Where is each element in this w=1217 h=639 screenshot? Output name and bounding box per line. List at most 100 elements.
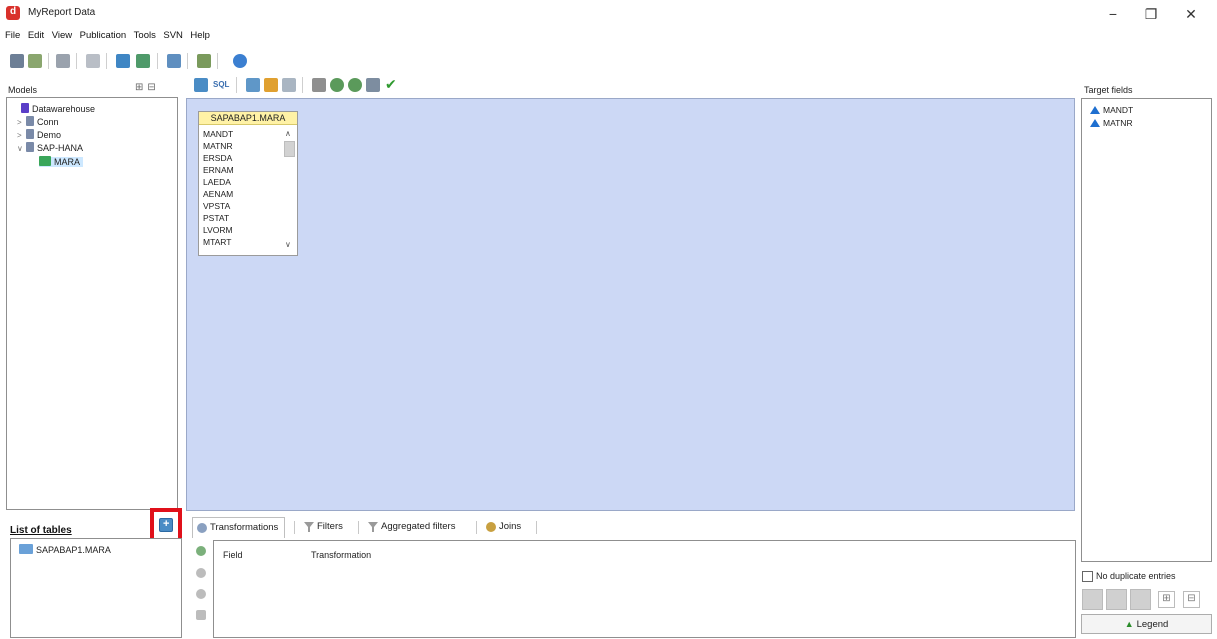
tree-item-mara[interactable]: MARA bbox=[39, 156, 84, 169]
column-header-field[interactable]: Field bbox=[223, 550, 243, 560]
users-icon[interactable] bbox=[136, 54, 150, 68]
toolbar-separator bbox=[48, 53, 49, 69]
grid-icon[interactable] bbox=[197, 54, 211, 68]
window-icon[interactable] bbox=[194, 78, 208, 92]
gear-icon bbox=[197, 523, 207, 533]
sql-button[interactable]: SQL bbox=[213, 80, 229, 89]
no-duplicate-label: No duplicate entries bbox=[1096, 571, 1176, 581]
field-row[interactable]: MATNR bbox=[203, 141, 233, 151]
target-field-item[interactable]: MANDT bbox=[1090, 104, 1133, 116]
field-row[interactable]: ERNAM bbox=[203, 165, 234, 175]
field-icon bbox=[1090, 119, 1100, 127]
connection-icon[interactable] bbox=[116, 54, 130, 68]
pen-icon[interactable] bbox=[196, 610, 206, 620]
refresh-icon[interactable] bbox=[246, 78, 260, 92]
table-icon bbox=[19, 544, 33, 554]
table-view-icon[interactable] bbox=[167, 54, 181, 68]
tab-aggregated-filters[interactable]: Aggregated filters bbox=[364, 517, 455, 538]
menu-view[interactable]: View bbox=[52, 30, 72, 41]
table-widget[interactable]: SAPABAP1.MARA MANDT MATNR ERSDA ERNAM LA… bbox=[198, 111, 298, 256]
tab-separator bbox=[294, 521, 295, 534]
menu-publication[interactable]: Publication bbox=[80, 30, 126, 41]
layout-icon[interactable] bbox=[366, 78, 380, 92]
tree-controls: ⊞⊟ bbox=[135, 82, 160, 93]
minimize-button[interactable]: − bbox=[1098, 4, 1128, 24]
menu-svn[interactable]: SVN bbox=[163, 30, 183, 41]
checkmark-icon[interactable]: ✔ bbox=[385, 76, 397, 93]
tab-filters[interactable]: Filters bbox=[300, 517, 343, 538]
canvas-toolbar: SQL ✔ bbox=[186, 75, 1076, 95]
add-field-button[interactable]: ⊞ bbox=[1158, 591, 1175, 608]
field-row[interactable]: LVORM bbox=[203, 225, 233, 235]
field-row[interactable]: MTART bbox=[203, 237, 232, 247]
link-icon bbox=[486, 522, 496, 532]
tree-item-sap-hana[interactable]: ∨ SAP-HANA bbox=[17, 142, 83, 155]
tree-item-conn[interactable]: > Conn bbox=[17, 116, 59, 129]
delete-transformation-icon[interactable] bbox=[196, 589, 206, 599]
field-row[interactable]: MANDT bbox=[203, 129, 233, 139]
field-row[interactable]: ERSDA bbox=[203, 153, 232, 163]
tab-separator bbox=[358, 521, 359, 534]
field-row[interactable]: AENAM bbox=[203, 189, 233, 199]
undo-icon[interactable] bbox=[86, 54, 100, 68]
no-duplicate-checkbox[interactable] bbox=[1082, 571, 1093, 582]
tab-joins[interactable]: Joins bbox=[482, 517, 521, 538]
tab-label: Aggregated filters bbox=[381, 521, 456, 532]
field-row[interactable]: PSTAT bbox=[203, 213, 229, 223]
scroll-thumb[interactable] bbox=[284, 141, 295, 157]
move-top-button[interactable] bbox=[1082, 589, 1103, 610]
scroll-down-icon[interactable]: ∨ bbox=[285, 240, 291, 249]
legend-icon: ▲ bbox=[1124, 619, 1134, 629]
close-button[interactable]: ✕ bbox=[1176, 4, 1206, 24]
app-logo-icon bbox=[6, 6, 20, 20]
menu-edit[interactable]: Edit bbox=[28, 30, 44, 41]
tab-label: Joins bbox=[499, 521, 522, 532]
tab-transformations[interactable]: Transformations bbox=[192, 517, 286, 538]
remove-field-button[interactable]: ⊟ bbox=[1183, 591, 1200, 608]
toolbar-separator bbox=[217, 53, 218, 69]
restore-button[interactable]: ❐ bbox=[1136, 4, 1166, 24]
move-up-button[interactable] bbox=[1106, 589, 1127, 610]
tree-item-label: Demo bbox=[37, 130, 62, 140]
database-icon[interactable] bbox=[10, 54, 24, 68]
menu-tools[interactable]: Tools bbox=[134, 30, 156, 41]
main-toolbar bbox=[0, 49, 1217, 73]
field-row[interactable]: LAEDA bbox=[203, 177, 231, 187]
save-icon[interactable] bbox=[56, 54, 70, 68]
transformations-grid[interactable]: Field Transformation bbox=[213, 540, 1076, 638]
new-model-icon[interactable] bbox=[28, 54, 42, 68]
move-down-button[interactable] bbox=[1130, 589, 1151, 610]
zoom-in-icon[interactable] bbox=[330, 78, 344, 92]
brush-icon[interactable] bbox=[264, 78, 278, 92]
scroll-up-icon[interactable]: ∧ bbox=[285, 129, 291, 138]
table-widget-title[interactable]: SAPABAP1.MARA bbox=[199, 112, 297, 125]
collapse-all-icon[interactable]: ⊟ bbox=[147, 82, 159, 93]
chevron-right-icon[interactable]: > bbox=[17, 116, 26, 129]
toolbar-separator bbox=[187, 53, 188, 69]
legend-button[interactable]: ▲ Legend bbox=[1081, 614, 1212, 634]
field-row[interactable]: VPSTA bbox=[203, 201, 230, 211]
table-icon bbox=[39, 156, 51, 166]
document-icon[interactable] bbox=[282, 78, 296, 92]
help-icon[interactable] bbox=[233, 54, 247, 68]
filter-icon bbox=[368, 522, 378, 532]
diagram-canvas[interactable] bbox=[186, 98, 1075, 511]
target-field-item[interactable]: MATNR bbox=[1090, 117, 1133, 129]
tree-item-datawarehouse[interactable]: Datawarehouse bbox=[21, 103, 95, 116]
database-icon bbox=[26, 116, 34, 126]
chevron-right-icon[interactable]: > bbox=[17, 129, 26, 142]
expand-all-icon[interactable]: ⊞ bbox=[135, 82, 147, 93]
add-table-button[interactable] bbox=[159, 518, 173, 532]
tree-item-demo[interactable]: > Demo bbox=[17, 129, 61, 142]
add-transformation-icon[interactable] bbox=[196, 546, 206, 556]
table-list-item[interactable]: SAPABAP1.MARA bbox=[19, 544, 111, 557]
menu-help[interactable]: Help bbox=[190, 30, 210, 41]
print-icon[interactable] bbox=[312, 78, 326, 92]
menu-file[interactable]: File bbox=[5, 30, 20, 41]
tree-item-label: Conn bbox=[37, 117, 59, 127]
edit-transformation-icon[interactable] bbox=[196, 568, 206, 578]
zoom-out-icon[interactable] bbox=[348, 78, 362, 92]
column-header-transformation[interactable]: Transformation bbox=[311, 550, 371, 560]
tab-separator bbox=[536, 521, 537, 534]
chevron-down-icon[interactable]: ∨ bbox=[17, 142, 26, 155]
